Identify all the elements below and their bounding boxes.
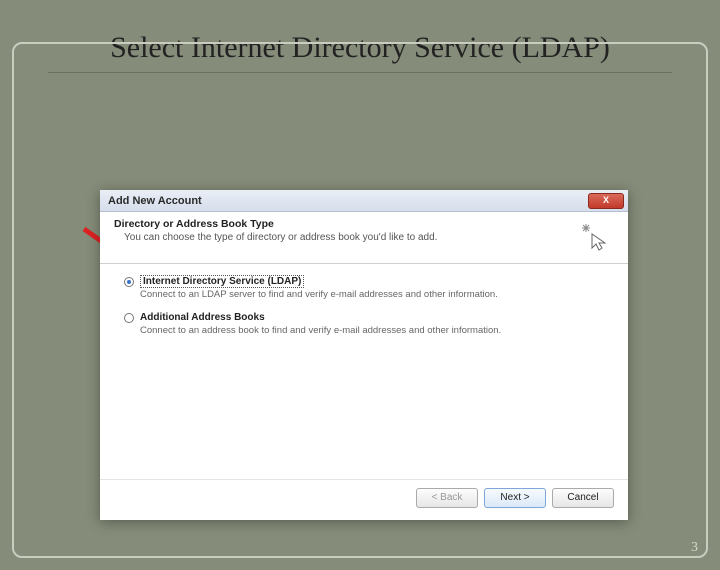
add-account-dialog: Add New Account X Directory or Address B…: [100, 190, 628, 520]
sparkle-cursor-icon: [578, 222, 608, 252]
option-additional-books[interactable]: Additional Address Books Connect to an a…: [124, 312, 604, 338]
option-ldap-label: Internet Directory Service (LDAP): [140, 275, 304, 288]
cancel-button[interactable]: Cancel: [552, 488, 614, 508]
dialog-title-text: Add New Account: [108, 195, 202, 207]
radio-ldap[interactable]: [124, 277, 134, 287]
next-button[interactable]: Next >: [484, 488, 546, 508]
button-separator: [100, 479, 628, 480]
dialog-titlebar[interactable]: Add New Account X: [100, 190, 628, 212]
option-additional-label: Additional Address Books: [140, 312, 265, 323]
option-ldap[interactable]: Internet Directory Service (LDAP) Connec…: [124, 276, 604, 302]
back-button[interactable]: < Back: [416, 488, 478, 508]
option-additional-desc: Connect to an address book to find and v…: [140, 325, 540, 338]
dialog-header: Directory or Address Book Type You can c…: [100, 212, 628, 264]
dialog-header-subtext: You can choose the type of directory or …: [124, 232, 614, 243]
dialog-button-row: < Back Next > Cancel: [416, 488, 614, 508]
option-ldap-desc: Connect to an LDAP server to find and ve…: [140, 289, 540, 302]
dialog-header-title: Directory or Address Book Type: [114, 218, 614, 230]
page-number: 3: [691, 540, 698, 556]
close-button[interactable]: X: [588, 193, 624, 209]
dialog-body: Internet Directory Service (LDAP) Connec…: [100, 264, 628, 338]
close-icon: X: [603, 195, 609, 205]
radio-additional-books[interactable]: [124, 313, 134, 323]
